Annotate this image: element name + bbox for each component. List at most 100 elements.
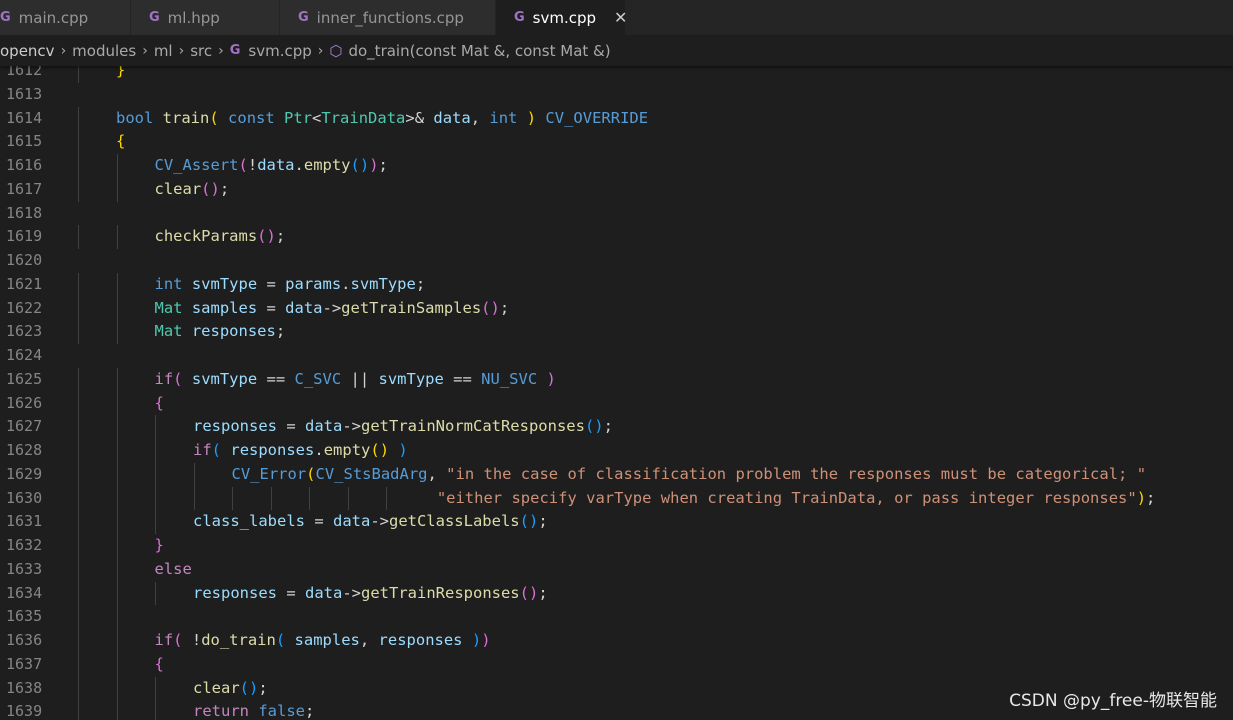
line-number: 1621 <box>6 274 43 293</box>
code-token: getClassLabels <box>388 512 520 531</box>
code-token: . <box>294 156 304 174</box>
code-line[interactable]: 1624 <box>0 344 1233 368</box>
code-token: samples <box>191 298 258 317</box>
code-line[interactable]: 1632} <box>0 534 1233 558</box>
code-line[interactable]: 1629 CV_Error(CV_StsBadArg, "in the case … <box>0 462 1233 487</box>
close-icon[interactable]: ✕ <box>614 8 627 27</box>
code-line[interactable]: 1619 checkParams(); <box>0 225 1233 249</box>
line-number: 1623 <box>6 322 43 341</box>
tab-svm-cpp[interactable]: Gsvm.cpp ✕ <box>496 0 627 35</box>
breadcrumb-item[interactable]: ml <box>154 42 173 60</box>
code-line[interactable]: 1623 Mat responses; <box>0 320 1233 344</box>
code-token: ; <box>499 298 510 317</box>
code-line[interactable]: 1635 <box>0 605 1233 629</box>
indent-guide <box>116 320 118 344</box>
indent-guide <box>78 225 79 249</box>
code-line[interactable]: 1627 responses = data->getTrainNormCatRes… <box>0 415 1233 439</box>
code-line[interactable]: 1636 if( !do_train( samples, responses )) <box>0 629 1233 653</box>
breadcrumb-item[interactable]: svm.cpp <box>248 42 311 60</box>
cpp-file-icon: G <box>149 10 160 25</box>
code-token: responses <box>191 322 276 341</box>
code-token: if <box>193 441 212 459</box>
code-line[interactable]: 1614 bool train( const Ptr<TrainData>& da… <box>0 106 1233 131</box>
indent-guide <box>155 581 156 606</box>
code-token: ; <box>305 702 315 720</box>
code-token: getTrainResponses <box>361 583 520 602</box>
code-token: < <box>312 108 322 127</box>
code-line[interactable]: 1618 <box>0 202 1233 226</box>
code-token: ( <box>173 631 183 649</box>
code-line[interactable]: 1613 <box>0 83 1233 107</box>
code-token: train <box>162 108 210 127</box>
code-token: samples <box>294 631 360 649</box>
code-text: checkParams(); <box>155 225 286 249</box>
code-token: ( <box>238 156 248 174</box>
indent-guide <box>78 320 79 344</box>
code-line[interactable]: 1621 int svmType = params.svmType; <box>0 272 1233 297</box>
code-token: () <box>350 156 370 174</box>
code-line[interactable]: 1617 clear(); <box>0 177 1233 202</box>
code-line[interactable]: 1625 if( svmType == C_SVC || svmType == N… <box>0 367 1233 392</box>
indent-guide <box>155 486 156 511</box>
code-token: == <box>443 369 482 388</box>
line-number: 1613 <box>6 84 43 103</box>
code-token: ; <box>275 227 286 246</box>
indent-guide <box>78 272 79 297</box>
code-line[interactable]: 1628 if( responses.empty() ) <box>0 439 1233 463</box>
line-number: 1616 <box>6 156 43 174</box>
line-number: 1631 <box>6 512 43 531</box>
indent-guide <box>116 272 118 297</box>
indent-guide <box>155 415 156 439</box>
code-line[interactable]: 1615 { <box>0 130 1233 154</box>
breadcrumb-item[interactable]: do_train(const Mat &, const Mat &) <box>348 42 610 60</box>
code-token: responses <box>193 417 277 436</box>
code-token: "either specify varType when creating Tr… <box>436 488 1137 507</box>
code-line[interactable]: 1630 "either specify varType when creati… <box>0 486 1233 511</box>
breadcrumb-item[interactable]: modules <box>72 42 136 60</box>
indent-guide <box>116 581 118 606</box>
tab-label: main.cpp <box>18 8 89 27</box>
code-token: () <box>481 298 500 317</box>
code-line[interactable]: 1633 else <box>0 557 1233 582</box>
indent-guide <box>155 700 156 720</box>
code-text: return false; <box>193 700 314 720</box>
indent-guide <box>116 225 118 249</box>
indent-guide <box>78 106 79 131</box>
code-token: responses <box>230 441 315 459</box>
tab-inner_functions-cpp[interactable]: Ginner_functions.cpp <box>280 0 496 35</box>
code-token: { <box>116 132 126 151</box>
indent-guide <box>116 652 118 677</box>
code-token: svmType <box>378 369 444 388</box>
code-line[interactable]: 1634 responses = data->getTrainResponses(… <box>0 581 1233 606</box>
code-token: ; <box>378 156 388 174</box>
code-line[interactable]: 1626 { <box>0 391 1233 416</box>
breadcrumb-item[interactable]: src <box>190 42 212 60</box>
line-number: 1632 <box>6 536 43 554</box>
code-editor[interactable]: 1612} 1613 1614 bool train( const Ptr<Train… <box>0 59 1233 720</box>
code-line[interactable]: 1631 class_labels = data->getClassLabels(… <box>0 510 1233 534</box>
tab-main-cpp[interactable]: Gmain.cpp <box>0 0 131 35</box>
tab-ml-hpp[interactable]: Gml.hpp <box>131 0 280 35</box>
cpp-file-icon: G <box>0 10 11 25</box>
code-text: int svmType = params.svmType; <box>155 273 426 297</box>
code-token: = <box>277 417 305 436</box>
indent-guide <box>193 486 195 511</box>
code-line[interactable]: 1622 Mat samples = data->getTrainSamples(… <box>0 296 1233 321</box>
code-token: -> <box>342 417 361 436</box>
code-line[interactable]: 1616 CV_Assert(!data.empty()); <box>0 154 1233 178</box>
code-token: , <box>427 464 447 483</box>
code-token: empty <box>303 156 351 174</box>
code-token: ; <box>258 678 268 697</box>
code-line[interactable]: 1637 { <box>0 652 1233 677</box>
code-token: -> <box>370 512 389 531</box>
code-line[interactable]: 1620 <box>0 249 1233 273</box>
code-text: { <box>155 653 164 677</box>
breadcrumb-item[interactable]: opencv <box>0 42 55 60</box>
code-token: ! <box>247 156 258 174</box>
code-token: -> <box>322 298 342 317</box>
code-token: . <box>314 441 324 459</box>
